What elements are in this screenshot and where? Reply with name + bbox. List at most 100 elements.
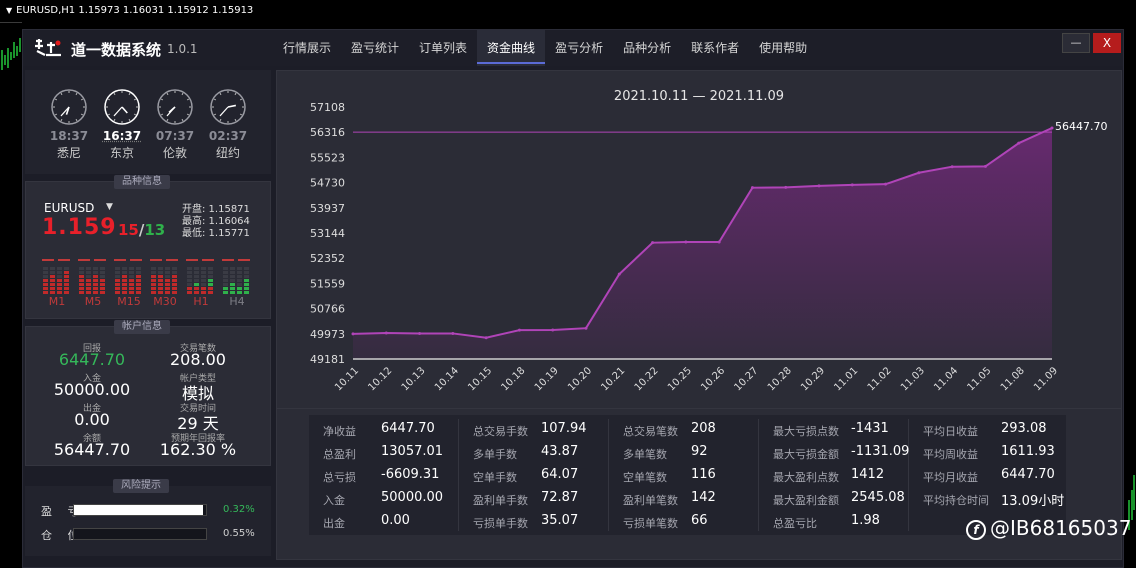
timeframe-label[interactable]: H4 — [222, 295, 252, 308]
mt4-symbol-text: EURUSD,H1 1.15973 1.16031 1.15912 1.1591… — [16, 5, 254, 16]
stats-label: 最大亏损金额 — [773, 448, 839, 461]
minimize-button[interactable]: — — [1062, 33, 1090, 53]
stats-label: 平均周收益 — [923, 448, 978, 461]
risk-bar — [73, 528, 207, 540]
tab-2[interactable]: 订单列表 — [409, 30, 477, 66]
clock-3[interactable]: 02:37 纽约 — [208, 88, 248, 161]
equity-point — [850, 183, 854, 187]
stats-label: 入金 — [323, 494, 345, 507]
symbol-panel: 品种信息 EURUSD ▼ 1.159 15/13 开盘: 1.15871 最高… — [25, 175, 271, 319]
stats-value: 13057.01 — [381, 444, 444, 459]
stats-label: 总亏损 — [323, 471, 356, 484]
clock-0[interactable]: 18:37 悉尼 — [49, 88, 89, 161]
stats-label: 平均持仓时间 — [923, 494, 989, 507]
x-tick-label: 11.04 — [932, 365, 960, 393]
timeframe-label[interactable]: M30 — [150, 295, 180, 308]
stats-label: 最大盈利点数 — [773, 471, 839, 484]
equity-point — [384, 331, 388, 335]
stats-label: 总交易笔数 — [623, 425, 678, 438]
stats-row: 入金 50000.00 — [309, 488, 459, 511]
tab-1[interactable]: 盈亏统计 — [341, 30, 409, 66]
equity-point — [884, 182, 888, 186]
stats-label: 平均日收益 — [923, 425, 978, 438]
stats-column: 最大亏损点数 -1431 最大亏损金额 -1131.09 最大盈利点数 1412 最大盈利金… — [759, 419, 909, 531]
y-tick-label: 54730 — [310, 177, 345, 190]
tab-3[interactable]: 资金曲线 — [477, 30, 546, 66]
timeframe-label[interactable]: H1 — [186, 295, 216, 308]
clock-panel: 18:37 悉尼 16:37 东京 07:37 伦敦 02:37 纽约 — [25, 70, 271, 174]
x-tick-label: 10.13 — [400, 365, 428, 393]
tab-4[interactable]: 盈亏分析 — [545, 30, 613, 66]
stats-label: 亏损单手数 — [473, 517, 528, 530]
price-bid-ask: 15/13 — [118, 221, 165, 239]
equity-point — [484, 336, 488, 340]
stats-label: 最大盈利金额 — [773, 494, 839, 507]
timeframe-label[interactable]: M5 — [78, 295, 108, 308]
x-tick-label: 10.29 — [799, 365, 827, 393]
x-tick-label: 10.15 — [466, 365, 494, 393]
stats-value: 6447.70 — [381, 421, 435, 436]
equity-point — [1017, 141, 1021, 145]
stats-row: 总亏损 -6609.31 — [309, 465, 459, 488]
stats-row: 总交易笔数 208 — [609, 419, 759, 442]
timeframe-label[interactable]: M1 — [42, 295, 72, 308]
x-tick-label: 11.05 — [966, 365, 994, 393]
clock-city: 纽约 — [215, 146, 240, 160]
stats-row: 亏损单手数 35.07 — [459, 511, 609, 534]
equity-point — [651, 241, 655, 245]
price-main: 1.159 — [42, 215, 117, 240]
stats-row: 平均月收益 6447.70 — [909, 465, 1066, 488]
stats-row: 平均周收益 1611.93 — [909, 442, 1066, 465]
clock-time: 16:37 — [102, 129, 142, 143]
tab-5[interactable]: 品种分析 — [613, 30, 681, 66]
stats-row: 盈利单手数 72.87 — [459, 488, 609, 511]
stats-label: 平均月收益 — [923, 471, 978, 484]
equity-point — [950, 165, 954, 169]
tab-0[interactable]: 行情展示 — [273, 30, 341, 66]
stats-value: 107.94 — [541, 421, 587, 436]
stats-column: 净收益 6447.70 总盈利 13057.01 总亏损 -6609.31 入金 50000.… — [309, 419, 459, 531]
close-button[interactable]: X — [1093, 33, 1121, 53]
stats-row: 最大亏损金额 -1131.09 — [759, 442, 909, 465]
x-tick-label: 11.09 — [1032, 365, 1060, 393]
equity-point — [617, 272, 621, 276]
clock-time: 07:37 — [155, 129, 195, 143]
tab-6[interactable]: 联系作者 — [681, 30, 749, 66]
account-value: 0.00 — [74, 410, 110, 429]
risk-pct: 0.55% — [223, 528, 255, 539]
stats-row: 最大亏损点数 -1431 — [759, 419, 909, 442]
risk-pct: 0.32% — [223, 504, 255, 515]
x-tick-label: 11.02 — [866, 365, 894, 393]
stats-value: 0.00 — [381, 513, 410, 528]
stats-row: 净收益 6447.70 — [309, 419, 459, 442]
equity-point — [351, 332, 355, 336]
clock-1[interactable]: 16:37 东京 — [102, 88, 142, 161]
stats-row: 平均日收益 293.08 — [909, 419, 1066, 442]
caret-down-icon[interactable]: ▼ — [106, 202, 113, 212]
clock-time: 18:37 — [49, 129, 89, 143]
app-title: 道一数据系统 — [71, 41, 162, 59]
account-value: 162.30 % — [159, 440, 237, 459]
y-tick-label: 53937 — [310, 202, 345, 215]
x-tick-label: 10.26 — [699, 365, 727, 393]
clock-icon — [157, 89, 193, 125]
risk-bar — [73, 504, 207, 516]
x-tick-label: 10.27 — [733, 365, 761, 393]
stats-row: 总交易手数 107.94 — [459, 419, 609, 442]
symbol-select[interactable]: EURUSD — [44, 201, 94, 215]
equity-area — [353, 127, 1052, 359]
clock-2[interactable]: 07:37 伦敦 — [155, 88, 195, 161]
stats-value: 43.87 — [541, 444, 579, 459]
account-panel: 帐户信息 回报 6447.70 交易笔数 208.00 入金 50000.00 帐户类型 模拟… — [25, 320, 271, 466]
equity-point — [983, 164, 987, 168]
x-tick-label: 10.12 — [366, 365, 394, 393]
stats-row: 亏损单笔数 66 — [609, 511, 759, 534]
stats-value: 64.07 — [541, 467, 579, 482]
tab-7[interactable]: 使用帮助 — [749, 30, 817, 66]
stats-value: 1.98 — [851, 513, 880, 528]
app-version: 1.0.1 — [167, 42, 198, 56]
stats-row: 最大盈利金额 2545.08 — [759, 488, 909, 511]
timeframe-label[interactable]: M15 — [114, 295, 144, 308]
equity-chart-panel: 2021.10.11 — 2021.11.09 49181 49973 50766 51… — [276, 70, 1122, 410]
clock-icon — [51, 89, 87, 125]
